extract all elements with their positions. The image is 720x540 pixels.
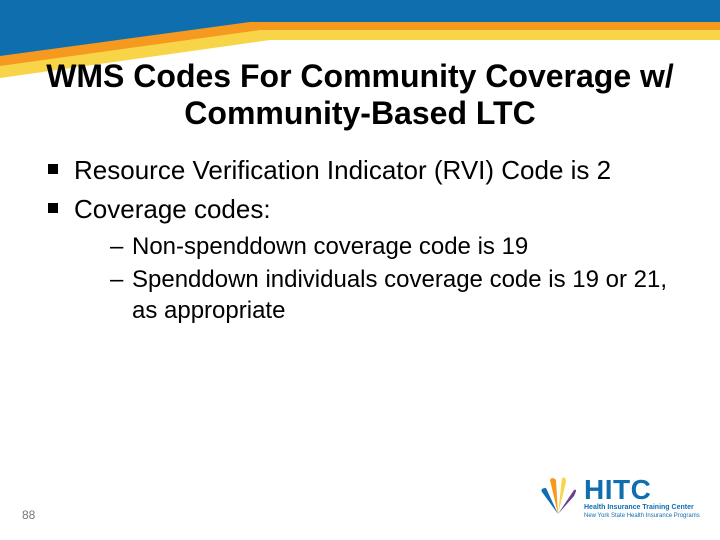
sub-bullet-item: Spenddown individuals coverage code is 1… [110, 264, 690, 326]
top-banner [0, 0, 720, 56]
logo-subtitle-1: Health Insurance Training Center [584, 504, 694, 511]
bullet-item: Resource Verification Indicator (RVI) Co… [46, 154, 690, 187]
logo-acronym: HITC [584, 474, 651, 506]
slide-body: Resource Verification Indicator (RVI) Co… [46, 154, 690, 333]
page-number: 88 [22, 508, 35, 522]
bullet-text: Coverage codes: [74, 194, 271, 224]
slide-title: WMS Codes For Community Coverage w/ Comm… [20, 58, 700, 132]
sub-bullet-item: Non-spenddown coverage code is 19 [110, 231, 690, 262]
logo-mark-icon [536, 474, 580, 518]
main-bullet-list: Resource Verification Indicator (RVI) Co… [46, 154, 690, 327]
hitc-logo: HITC Health Insurance Training Center Ne… [536, 470, 696, 526]
bullet-item: Coverage codes: Non-spenddown coverage c… [46, 193, 690, 327]
logo-subtitle-2: New York State Health Insurance Programs [584, 513, 700, 519]
sub-bullet-list: Non-spenddown coverage code is 19 Spendd… [74, 231, 690, 327]
